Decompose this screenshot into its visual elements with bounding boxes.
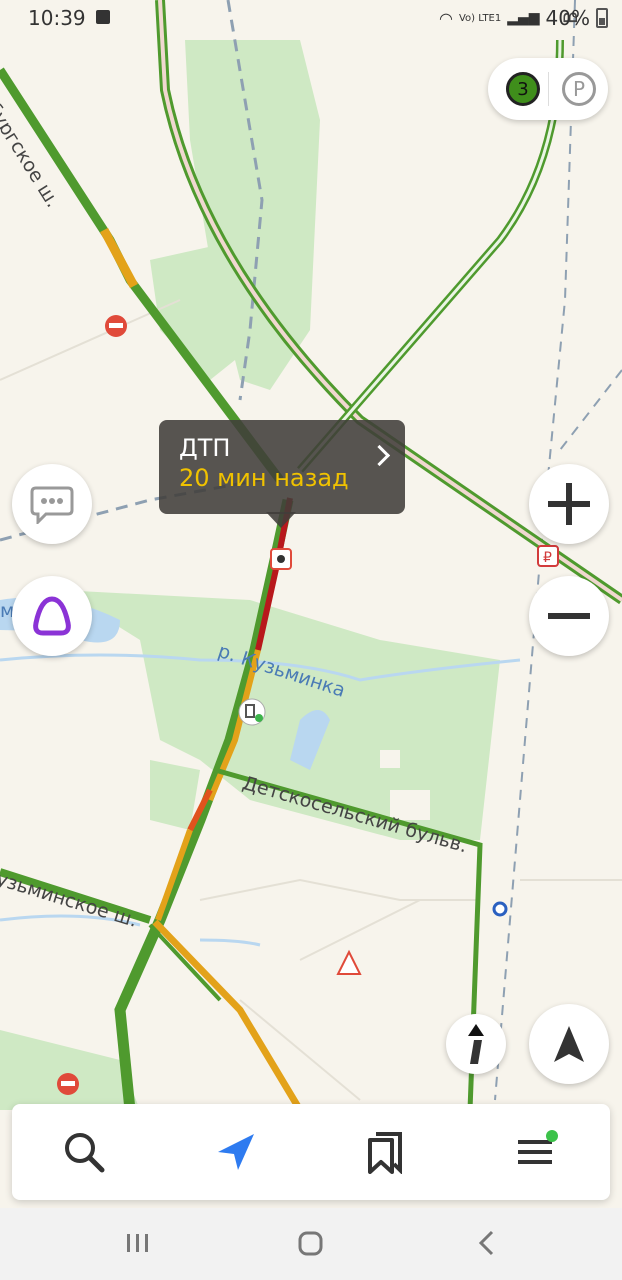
no-entry-marker-1[interactable] (105, 315, 127, 337)
navigator-arrow-icon (218, 1134, 254, 1170)
my-location-button[interactable] (529, 1004, 609, 1084)
minus-icon (548, 613, 590, 619)
menu-button[interactable] (506, 1122, 566, 1182)
bookmarks-button[interactable] (356, 1122, 416, 1182)
back-icon[interactable] (472, 1228, 500, 1258)
network-label: Vo) LTE1 (458, 12, 502, 24)
status-right: ◠ Vo) LTE1 ▂▄▆ 40% (439, 6, 608, 30)
search-icon (65, 1133, 105, 1173)
search-button[interactable] (54, 1122, 114, 1182)
chat-bubble-icon (30, 486, 74, 524)
battery-icon (596, 8, 608, 28)
menu-icon (518, 1130, 558, 1164)
zoom-out-button[interactable] (529, 576, 609, 656)
plus-icon (548, 483, 590, 525)
fuel-station-marker[interactable] (238, 698, 266, 726)
accident-marker[interactable] (270, 548, 292, 570)
traffic-parking-pill: 3 P (488, 58, 608, 120)
signal-icon: ▂▄▆ (507, 10, 540, 26)
chevron-right-icon (368, 444, 391, 467)
feedback-button[interactable] (12, 464, 92, 544)
incident-tooltip[interactable]: ДТП 20 мин назад (159, 420, 405, 514)
wifi-icon: ◠ (439, 8, 453, 28)
location-arrow-icon (554, 1026, 584, 1062)
bottom-navigation (12, 1104, 610, 1200)
incident-time: 20 мин назад (179, 464, 349, 492)
status-bar: 10:39 ◠ Vo) LTE1 ▂▄▆ 40% (0, 0, 622, 36)
recent-apps-icon[interactable] (124, 1228, 152, 1258)
status-time: 10:39 (28, 6, 86, 30)
map-canvas[interactable]: ₽ (0, 0, 622, 1280)
compass-button[interactable] (446, 1014, 506, 1074)
tooltip-pointer (266, 512, 296, 528)
alice-assistant-button[interactable] (12, 576, 92, 656)
incident-title: ДТП (179, 434, 231, 462)
zoom-in-button[interactable] (529, 464, 609, 544)
alice-icon (33, 596, 71, 636)
no-entry-marker-2[interactable] (57, 1073, 79, 1095)
parking-button[interactable]: P (562, 72, 596, 106)
svg-text:₽: ₽ (543, 550, 552, 566)
navigator-button[interactable] (206, 1122, 266, 1182)
paid-parking-marker[interactable]: ₽ (537, 545, 559, 567)
compass-icon (468, 1024, 484, 1064)
notification-check-icon (96, 10, 110, 24)
pill-divider (548, 72, 549, 106)
system-navigation-bar (0, 1208, 622, 1280)
traffic-score-button[interactable]: 3 (506, 72, 540, 106)
home-icon[interactable] (297, 1228, 325, 1258)
battery-percent: 40% (545, 6, 590, 30)
bookmarks-icon (368, 1132, 402, 1174)
bus-stop-marker[interactable] (492, 901, 508, 917)
